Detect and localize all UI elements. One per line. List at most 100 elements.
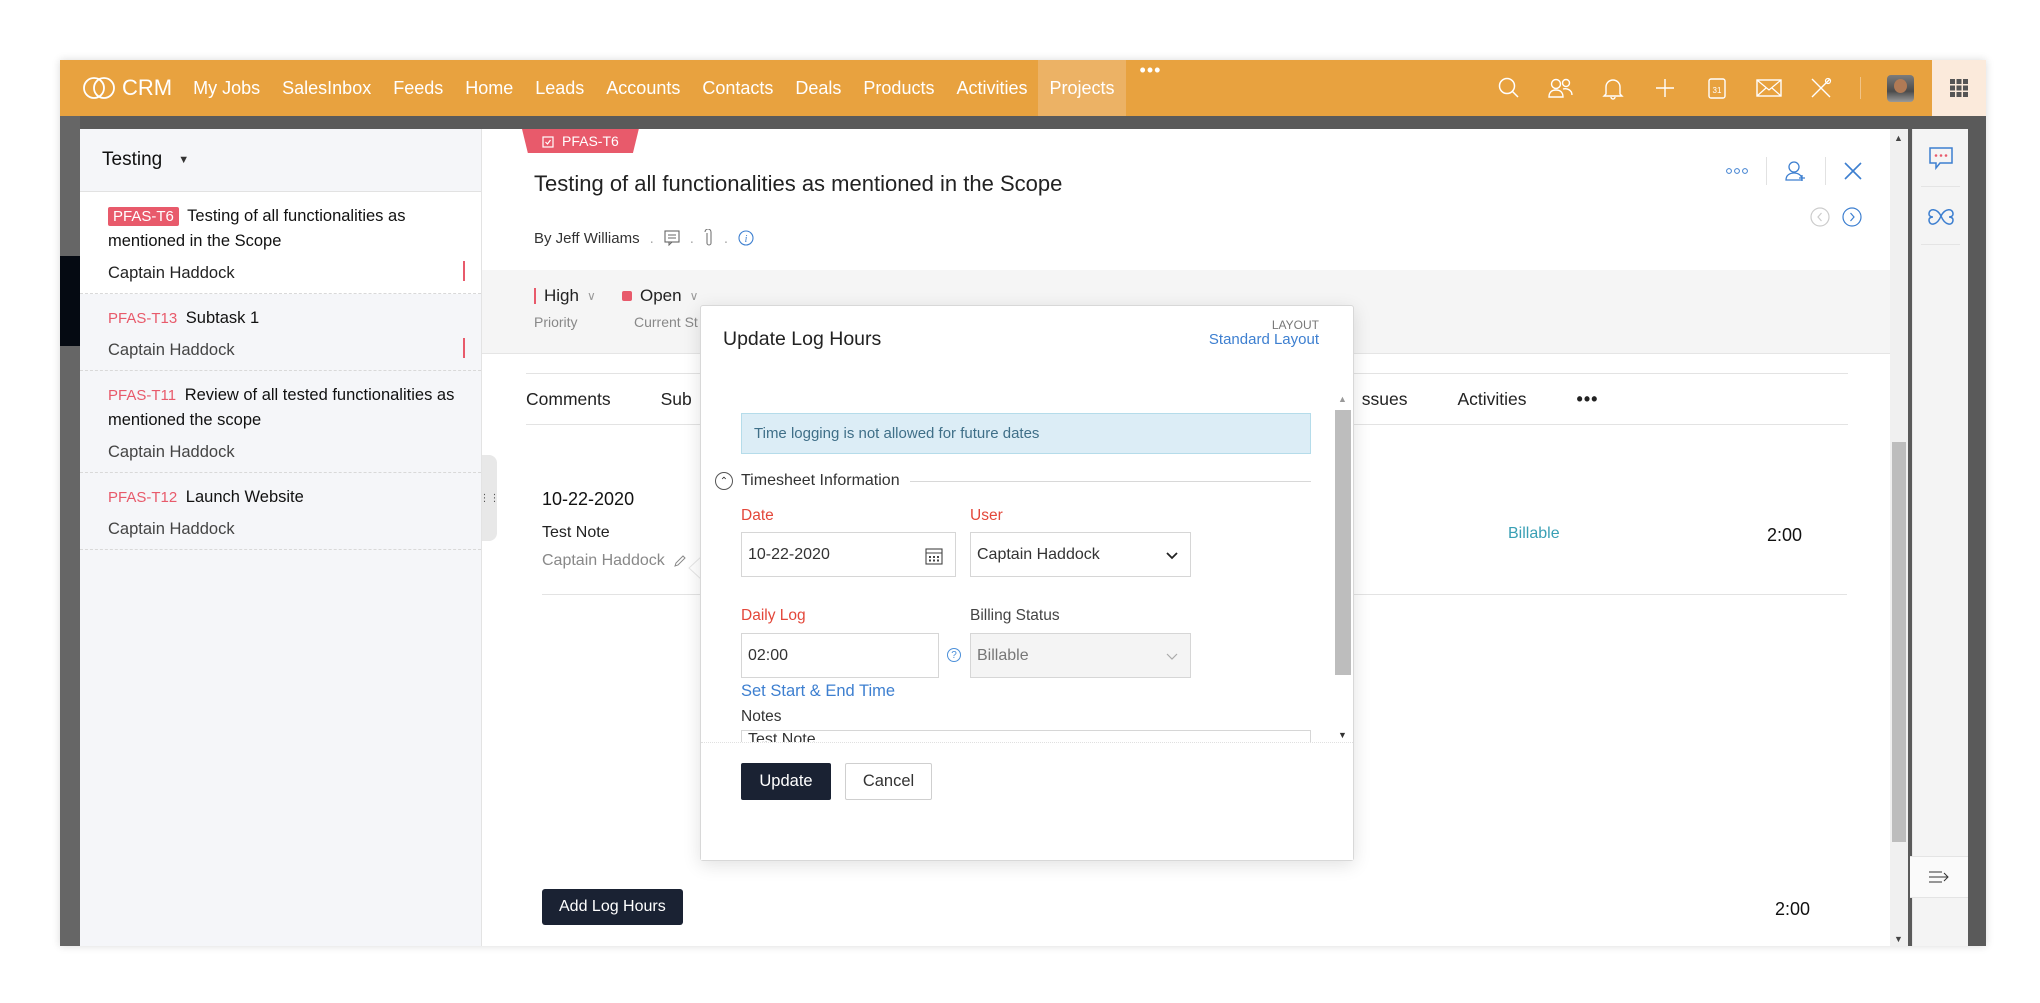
notes-textarea[interactable]: Test Note (741, 730, 1311, 742)
task-item[interactable]: PFAS-T6 Testing of all functionalities a… (80, 192, 481, 294)
task-title: Launch Website (185, 488, 304, 506)
status-label: Current St (634, 314, 698, 330)
dialog-title: Update Log Hours (723, 328, 882, 350)
chevron-down-icon: ∨ (586, 289, 596, 303)
priority-indicator (463, 261, 465, 281)
log-billing-status: Billable (1508, 525, 1560, 542)
task-item[interactable]: PFAS-T12 Launch Website Captain Haddock (80, 473, 481, 550)
previous-record-icon[interactable] (1810, 207, 1830, 227)
background-overlay (60, 116, 80, 946)
zia-button[interactable] (1921, 187, 1960, 245)
tab-activities[interactable]: Activities (1457, 389, 1526, 410)
panel-resize-handle[interactable]: ⋮⋮ (480, 455, 500, 541)
collapse-section-icon[interactable]: ⌃ (715, 472, 733, 490)
tasklist-selector[interactable]: Testing ▼ (80, 129, 481, 192)
date-label: Date (741, 507, 774, 524)
mail-icon[interactable] (1756, 75, 1782, 101)
dialog-footer: Update Cancel (701, 742, 1353, 860)
task-id-ribbon: PFAS-T6 (522, 129, 639, 153)
nav-products[interactable]: Products (852, 60, 945, 116)
user-select[interactable]: Captain Haddock (970, 532, 1191, 577)
task-item[interactable]: PFAS-T11 Review of all tested functional… (80, 371, 481, 473)
update-log-hours-dialog: Update Log Hours LAYOUT Standard Layout … (700, 305, 1354, 861)
add-log-hours-button[interactable]: Add Log Hours (542, 889, 683, 925)
svg-text:i: i (745, 234, 748, 245)
top-navigation-bar: CRM My Jobs SalesInbox Feeds Home Leads … (60, 60, 1986, 116)
crm-logo[interactable]: CRM (82, 75, 172, 101)
nav-contacts[interactable]: Contacts (691, 60, 784, 116)
section-title: Timesheet Information (741, 472, 900, 489)
task-owner: Captain Haddock (108, 443, 235, 461)
search-icon[interactable] (1496, 75, 1522, 101)
tab-subtasks[interactable]: Sub (661, 389, 692, 410)
task-title: Subtask 1 (185, 309, 260, 327)
chevron-down-icon (1166, 551, 1178, 559)
task-meta: By Jeff Williams . . . i (534, 229, 754, 247)
layout-selector[interactable]: Standard Layout (1209, 331, 1319, 348)
attachment-icon[interactable] (704, 229, 714, 247)
calendar-icon[interactable] (925, 547, 943, 565)
set-start-end-time-link[interactable]: Set Start & End Time (741, 682, 895, 701)
task-item[interactable]: PFAS-T13 Subtask 1 Captain Haddock (80, 294, 481, 371)
cancel-button[interactable]: Cancel (845, 763, 932, 800)
update-button[interactable]: Update (741, 763, 831, 800)
apps-grid-button[interactable] (1932, 60, 1986, 116)
info-icon[interactable]: i (738, 230, 754, 246)
tabs-more-button[interactable]: ••• (1577, 389, 1599, 410)
collapse-rail-button[interactable] (1910, 856, 1968, 898)
caret-down-icon: ▼ (178, 154, 190, 166)
nav-deals[interactable]: Deals (784, 60, 852, 116)
status-value: Open (640, 286, 682, 305)
nav-leads[interactable]: Leads (524, 60, 595, 116)
timesheet-section-header[interactable]: ⌃ Timesheet Information (715, 472, 1311, 490)
more-options-icon[interactable] (1726, 167, 1748, 175)
tab-issues[interactable]: ssues (1362, 389, 1408, 410)
billing-status-select: Billable (970, 633, 1191, 678)
right-rail (1910, 129, 1968, 946)
bell-icon[interactable] (1600, 75, 1626, 101)
tools-icon[interactable] (1808, 75, 1834, 101)
task-owner: Captain Haddock (108, 264, 235, 282)
status-field[interactable]: Open ∨ Current St (622, 286, 698, 330)
ribbon-label: PFAS-T6 (562, 133, 619, 149)
help-icon[interactable]: ? (947, 648, 961, 662)
contacts-icon[interactable] (1548, 75, 1574, 101)
nav-my-jobs[interactable]: My Jobs (182, 60, 271, 116)
task-id: PFAS-T13 (108, 310, 178, 327)
apps-grid-icon (1950, 79, 1968, 97)
nav-more-button[interactable]: ••• (1126, 60, 1176, 116)
plus-icon[interactable] (1652, 75, 1678, 101)
log-user: Captain Haddock (542, 552, 665, 569)
follow-user-icon[interactable] (1785, 160, 1807, 182)
date-input[interactable]: 10-22-2020 (741, 532, 956, 577)
task-id: PFAS-T12 (108, 489, 178, 506)
close-icon[interactable] (1844, 162, 1862, 180)
task-owner: Captain Haddock (108, 520, 235, 538)
chat-icon (1928, 146, 1953, 170)
user-avatar[interactable] (1887, 74, 1914, 102)
priority-field[interactable]: High ∨ Priority (534, 286, 596, 330)
zia-icon (1927, 208, 1954, 225)
nav-salesinbox[interactable]: SalesInbox (271, 60, 382, 116)
dialog-body: Time logging is not allowed for future d… (701, 392, 1353, 742)
nav-projects[interactable]: Projects (1038, 60, 1126, 116)
nav-accounts[interactable]: Accounts (595, 60, 691, 116)
next-record-icon[interactable] (1842, 207, 1862, 227)
daily-log-input[interactable]: 02:00 (741, 633, 939, 678)
nav-activities[interactable]: Activities (945, 60, 1038, 116)
chevron-down-icon (1166, 653, 1178, 660)
chat-button[interactable] (1921, 129, 1960, 187)
nav-feeds[interactable]: Feeds (382, 60, 454, 116)
calendar-icon[interactable]: 31 (1704, 75, 1730, 101)
nav-home[interactable]: Home (454, 60, 524, 116)
comment-icon[interactable] (664, 230, 680, 246)
edit-pencil-icon[interactable] (673, 554, 687, 568)
tab-comments[interactable]: Comments (526, 389, 611, 410)
dialog-scrollbar[interactable]: ▲ ▼ (1333, 392, 1353, 742)
task-id: PFAS-T6 (108, 207, 179, 226)
chevron-down-icon: ∨ (689, 289, 699, 303)
priority-indicator (463, 338, 465, 358)
task-author: By Jeff Williams (534, 229, 640, 247)
detail-scrollbar[interactable]: ▲ ▼ (1890, 129, 1908, 946)
divider (1860, 77, 1861, 99)
